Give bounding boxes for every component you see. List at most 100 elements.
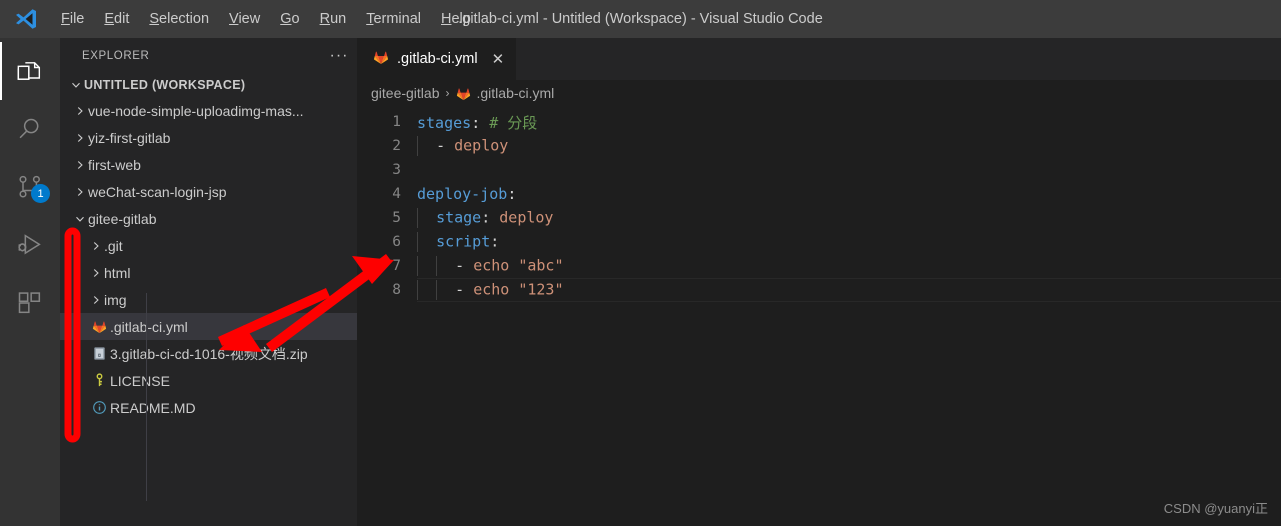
code-line-2: 2 - deploy	[357, 134, 1281, 158]
chevron-right-icon	[72, 158, 88, 172]
explorer-header: EXPLORER ···	[60, 38, 357, 73]
tree-item-label: gitee-gitlab	[88, 210, 157, 227]
menu-item-selection[interactable]: Selection	[140, 7, 218, 31]
code-line-1: 1 stages: # 分段	[357, 110, 1281, 134]
chevron-right-icon	[88, 293, 104, 307]
chevron-right-icon	[88, 239, 104, 253]
code-line-4: 4 deploy-job:	[357, 182, 1281, 206]
code-line-7: 7 - echo "abc"	[357, 254, 1281, 278]
breadcrumb-label: .gitlab-ci.yml	[476, 85, 555, 101]
info-icon	[88, 400, 110, 415]
menu-bar: File Edit Selection View Go Run Terminal…	[52, 7, 480, 31]
code-editor[interactable]: 1 stages: # 分段 2 - deploy 3 4 deploy-job…	[357, 106, 1281, 302]
tree-item-wechat-scan-login-jsp[interactable]: weChat-scan-login-jsp	[60, 178, 357, 205]
gitlab-fox-icon	[373, 49, 389, 69]
title-bar: File Edit Selection View Go Run Terminal…	[0, 0, 1281, 38]
code-line-content: stages: # 分段	[417, 113, 538, 132]
tree-item-label: weChat-scan-login-jsp	[88, 183, 227, 200]
tree-item-vue-node-simple-uploadimg[interactable]: vue-node-simple-uploadimg-mas...	[60, 97, 357, 124]
run-debug-icon	[16, 231, 44, 259]
menu-item-file[interactable]: File	[52, 7, 93, 31]
chevron-right-icon	[72, 104, 88, 118]
tree-item-label: README.MD	[110, 399, 196, 416]
editor-area: .gitlab-ci.yml ✕ gitee-gitlab › .gitlab-…	[357, 38, 1281, 526]
line-number: 8	[392, 282, 401, 298]
line-number: 3	[392, 162, 401, 178]
tree-item-label: .gitlab-ci.yml	[110, 318, 188, 335]
search-icon	[16, 115, 44, 143]
tree-item-gitlab-ci-yml[interactable]: .gitlab-ci.yml	[60, 313, 357, 340]
explorer-sidebar: EXPLORER ··· UNTITLED (WORKSPACE) vue-no…	[60, 38, 357, 526]
tree-item-label: img	[104, 291, 127, 308]
files-icon	[16, 57, 44, 85]
tree-item-readme-md[interactable]: README.MD	[60, 394, 357, 421]
tab-label: .gitlab-ci.yml	[397, 51, 478, 67]
menu-item-view[interactable]: View	[220, 7, 269, 31]
tree-item-label: html	[104, 264, 131, 281]
menu-item-go[interactable]: Go	[271, 7, 308, 31]
activity-bar: 1	[0, 38, 60, 526]
breadcrumb-item-folder[interactable]: gitee-gitlab	[371, 85, 440, 101]
tree-item-label: .git	[104, 237, 123, 254]
tree-item-first-web[interactable]: first-web	[60, 151, 357, 178]
workspace-root-row[interactable]: UNTITLED (WORKSPACE)	[60, 73, 357, 97]
gitlab-fox-icon	[456, 86, 471, 101]
tree-item-label: first-web	[88, 156, 141, 173]
activity-item-search[interactable]	[0, 100, 60, 158]
breadcrumb-item-file[interactable]: .gitlab-ci.yml	[456, 85, 555, 101]
explorer-title: EXPLORER	[82, 49, 150, 62]
code-line-5: 5 stage: deploy	[357, 206, 1281, 230]
breadcrumb-separator-icon: ›	[445, 86, 450, 100]
line-number: 1	[392, 114, 401, 130]
tree-item-dot-git[interactable]: .git	[60, 232, 357, 259]
tree-item-license[interactable]: LICENSE	[60, 367, 357, 394]
code-line-content: deploy-job:	[417, 185, 517, 203]
menu-item-run[interactable]: Run	[311, 7, 356, 31]
code-line-content: - deploy	[417, 136, 508, 156]
tree-item-label: LICENSE	[110, 372, 170, 389]
tree-item-html[interactable]: html	[60, 259, 357, 286]
code-line-6: 6 script:	[357, 230, 1281, 254]
activity-item-extensions[interactable]	[0, 274, 60, 332]
breadcrumb: gitee-gitlab › .gitlab-ci.yml	[357, 80, 1281, 106]
chevron-down-icon	[72, 212, 88, 226]
extensions-icon	[16, 289, 44, 317]
source-control-badge: 1	[31, 184, 50, 203]
line-number: 6	[392, 234, 401, 250]
line-number: 5	[392, 210, 401, 226]
tree-indent-guide	[146, 293, 147, 501]
vscode-window: File Edit Selection View Go Run Terminal…	[0, 0, 1281, 526]
code-line-content: stage: deploy	[417, 208, 553, 228]
code-line-3: 3	[357, 158, 1281, 182]
close-icon[interactable]: ✕	[486, 52, 505, 67]
tree-item-img[interactable]: img	[60, 286, 357, 313]
more-actions-button[interactable]: ···	[325, 45, 353, 67]
tree-item-label: vue-node-simple-uploadimg-mas...	[88, 102, 304, 119]
tree-item-zip-archive[interactable]: 3.gitlab-ci-cd-1016-视频文档.zip	[60, 340, 357, 367]
menu-item-help[interactable]: Help	[432, 7, 480, 31]
tab-gitlab-ci-yml[interactable]: .gitlab-ci.yml ✕	[357, 38, 518, 80]
tree-item-gitee-gitlab[interactable]: gitee-gitlab	[60, 205, 357, 232]
chevron-right-icon	[88, 266, 104, 280]
line-number: 2	[392, 138, 401, 154]
activity-item-run-debug[interactable]	[0, 216, 60, 274]
key-icon	[88, 373, 110, 388]
tree-item-yiz-first-gitlab[interactable]: yiz-first-gitlab	[60, 124, 357, 151]
chevron-down-icon	[68, 78, 84, 92]
line-number: 7	[392, 258, 401, 274]
code-line-8: 8 - echo "123"	[357, 278, 1281, 302]
code-line-content: - echo "abc"	[417, 256, 564, 276]
menu-item-terminal[interactable]: Terminal	[357, 7, 430, 31]
activity-item-source-control[interactable]: 1	[0, 158, 60, 216]
code-line-content: script:	[417, 232, 499, 252]
vscode-logo-icon	[0, 6, 52, 32]
tree-item-label: 3.gitlab-ci-cd-1016-视频文档.zip	[110, 345, 308, 362]
menu-item-edit[interactable]: Edit	[95, 7, 138, 31]
activity-item-explorer[interactable]	[0, 42, 60, 100]
gitlab-fox-icon	[88, 319, 110, 334]
chevron-right-icon	[72, 185, 88, 199]
editor-tab-bar: .gitlab-ci.yml ✕	[357, 38, 1281, 80]
workspace-root-label: UNTITLED (WORKSPACE)	[84, 78, 246, 92]
tree-item-label: yiz-first-gitlab	[88, 129, 171, 146]
file-tree: vue-node-simple-uploadimg-mas... yiz-fir…	[60, 97, 357, 501]
